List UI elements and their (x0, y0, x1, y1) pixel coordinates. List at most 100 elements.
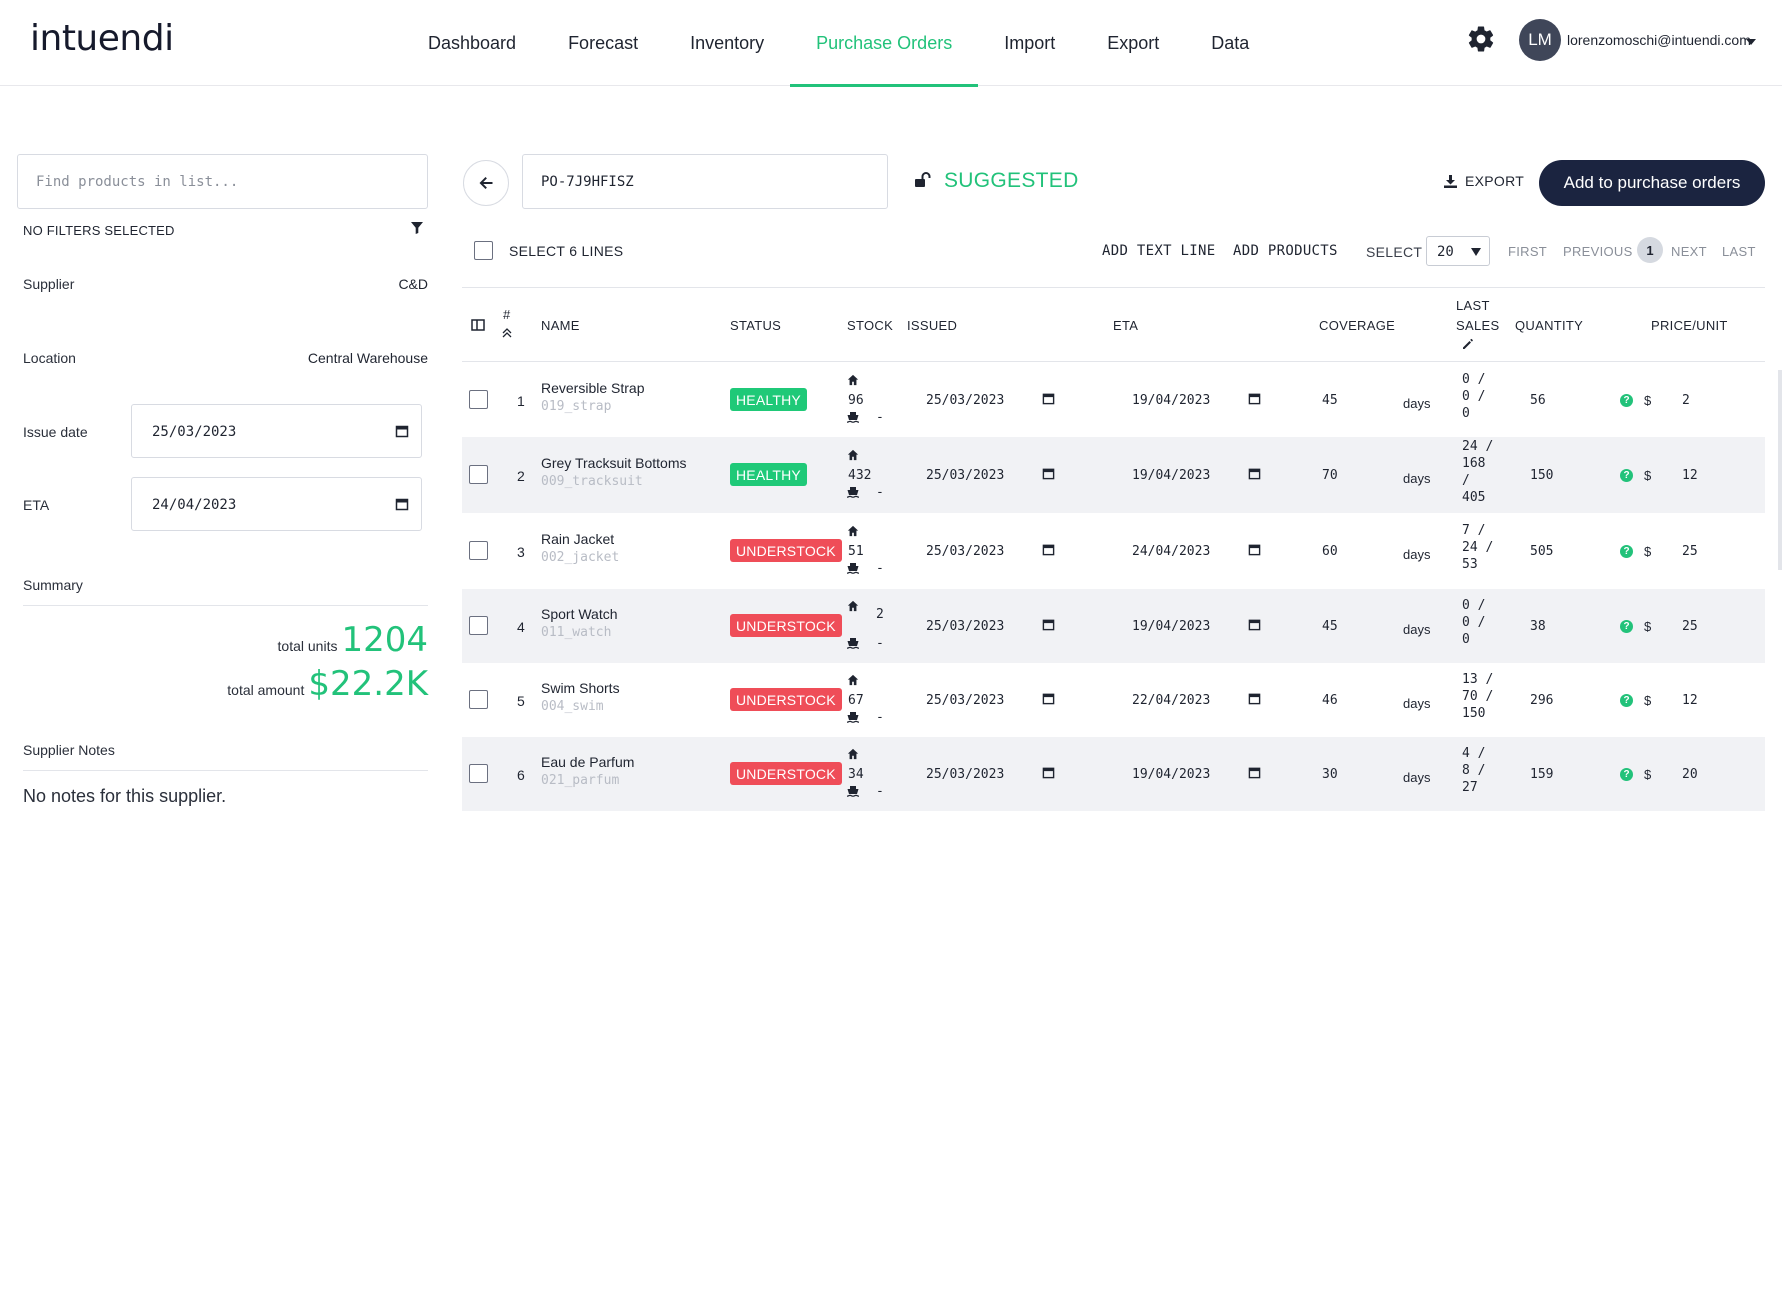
help-icon[interactable]: ? (1620, 694, 1633, 707)
sort-asc-icon[interactable] (502, 328, 512, 338)
nav-forecast[interactable]: Forecast (542, 0, 664, 86)
last-page-button[interactable]: LAST (1722, 244, 1756, 259)
avatar[interactable]: LM (1519, 19, 1561, 61)
filter-icon[interactable] (410, 221, 424, 235)
table-row[interactable]: 1 Reversible Strap 019_strap HEALTHY 96 … (462, 362, 1765, 437)
quantity-value[interactable]: 150 (1530, 468, 1553, 483)
eta-field[interactable]: 24/04/2023 (131, 477, 422, 531)
export-button[interactable]: EXPORT (1444, 173, 1524, 189)
calendar-icon[interactable] (1042, 543, 1056, 557)
issued-date[interactable]: 25/03/2023 (926, 693, 1004, 708)
po-number-input[interactable]: PO-7J9HFISZ (522, 154, 888, 209)
calendar-icon[interactable] (1248, 692, 1262, 706)
help-icon[interactable]: ? (1620, 469, 1633, 482)
calendar-icon[interactable] (395, 424, 409, 438)
app-logo[interactable]: intuendi (30, 18, 174, 59)
calendar-icon[interactable] (1248, 618, 1262, 632)
unlock-icon[interactable] (914, 171, 932, 189)
product-name[interactable]: Sport Watch (541, 606, 618, 622)
back-button[interactable] (463, 160, 509, 206)
current-page[interactable]: 1 (1637, 237, 1663, 263)
table-row[interactable]: 6 Eau de Parfum 021_parfum UNDERSTOCK 34… (462, 737, 1765, 811)
calendar-icon[interactable] (1248, 467, 1262, 481)
price-value[interactable]: 2 (1682, 393, 1690, 408)
row-checkbox[interactable] (469, 764, 488, 783)
product-name[interactable]: Swim Shorts (541, 680, 620, 696)
row-checkbox[interactable] (469, 616, 488, 635)
previous-page-button[interactable]: PREVIOUS (1563, 244, 1633, 259)
calendar-icon[interactable] (1248, 543, 1262, 557)
header-status[interactable]: STATUS (730, 318, 781, 333)
select-all-checkbox[interactable] (474, 241, 493, 260)
nav-import[interactable]: Import (978, 0, 1081, 86)
header-price[interactable]: PRICE/UNIT (1651, 318, 1728, 333)
table-row[interactable]: 5 Swim Shorts 004_swim UNDERSTOCK 67 - 2… (462, 663, 1765, 737)
gear-icon[interactable] (1466, 24, 1496, 54)
scrollbar[interactable] (1778, 370, 1782, 570)
quantity-value[interactable]: 296 (1530, 693, 1553, 708)
header-name[interactable]: NAME (541, 318, 580, 333)
eta-date[interactable]: 19/04/2023 (1132, 619, 1210, 634)
price-value[interactable]: 12 (1682, 693, 1698, 708)
row-checkbox[interactable] (469, 390, 488, 409)
columns-icon[interactable] (471, 318, 485, 332)
calendar-icon[interactable] (1042, 618, 1056, 632)
quantity-value[interactable]: 56 (1530, 393, 1546, 408)
calendar-icon[interactable] (1042, 392, 1056, 406)
calendar-icon[interactable] (1042, 692, 1056, 706)
product-name[interactable]: Grey Tracksuit Bottoms (541, 455, 686, 471)
calendar-icon[interactable] (1248, 766, 1262, 780)
add-text-line-button[interactable]: ADD TEXT LINE (1102, 243, 1215, 259)
header-number[interactable]: # (503, 307, 511, 322)
issued-date[interactable]: 25/03/2023 (926, 468, 1004, 483)
quantity-value[interactable]: 505 (1530, 544, 1553, 559)
product-name[interactable]: Rain Jacket (541, 531, 614, 547)
nav-purchase-orders[interactable]: Purchase Orders (790, 0, 979, 87)
header-issued[interactable]: ISSUED (907, 318, 957, 333)
header-quantity[interactable]: QUANTITY (1515, 318, 1583, 333)
price-value[interactable]: 20 (1682, 767, 1698, 782)
issue-date-field[interactable]: 25/03/2023 (131, 404, 422, 458)
issued-date[interactable]: 25/03/2023 (926, 767, 1004, 782)
header-stock[interactable]: STOCK (847, 318, 893, 333)
row-checkbox[interactable] (469, 690, 488, 709)
eta-date[interactable]: 22/04/2023 (1132, 693, 1210, 708)
next-page-button[interactable]: NEXT (1671, 244, 1707, 259)
add-products-button[interactable]: ADD PRODUCTS (1233, 243, 1338, 259)
find-products-input[interactable] (17, 154, 428, 209)
header-last-sales[interactable]: LAST (1456, 298, 1490, 313)
calendar-icon[interactable] (1042, 467, 1056, 481)
product-name[interactable]: Eau de Parfum (541, 754, 634, 770)
row-checkbox[interactable] (469, 465, 488, 484)
help-icon[interactable]: ? (1620, 768, 1633, 781)
issued-date[interactable]: 25/03/2023 (926, 393, 1004, 408)
table-row[interactable]: 4 Sport Watch 011_watch UNDERSTOCK 2 - 2… (462, 589, 1765, 663)
user-email[interactable]: lorenzomoschi@intuendi.com (1567, 32, 1751, 48)
first-page-button[interactable]: FIRST (1508, 244, 1547, 259)
table-row[interactable]: 3 Rain Jacket 002_jacket UNDERSTOCK 51 -… (462, 513, 1765, 589)
chevron-down-icon[interactable] (1746, 39, 1756, 45)
header-eta[interactable]: ETA (1113, 318, 1138, 333)
price-value[interactable]: 25 (1682, 619, 1698, 634)
calendar-icon[interactable] (395, 497, 409, 511)
header-last-sales-2[interactable]: SALES (1456, 318, 1499, 333)
help-icon[interactable]: ? (1620, 394, 1633, 407)
eta-date[interactable]: 19/04/2023 (1132, 468, 1210, 483)
table-row[interactable]: 2 Grey Tracksuit Bottoms 009_tracksuit H… (462, 437, 1765, 513)
calendar-icon[interactable] (1248, 392, 1262, 406)
eta-date[interactable]: 19/04/2023 (1132, 767, 1210, 782)
nav-export[interactable]: Export (1081, 0, 1185, 86)
help-icon[interactable]: ? (1620, 620, 1633, 633)
eta-date[interactable]: 19/04/2023 (1132, 393, 1210, 408)
quantity-value[interactable]: 159 (1530, 767, 1553, 782)
quantity-value[interactable]: 38 (1530, 619, 1546, 634)
row-checkbox[interactable] (469, 541, 488, 560)
eta-date[interactable]: 24/04/2023 (1132, 544, 1210, 559)
product-name[interactable]: Reversible Strap (541, 380, 645, 396)
nav-inventory[interactable]: Inventory (664, 0, 790, 86)
header-coverage[interactable]: COVERAGE (1319, 318, 1395, 333)
add-to-purchase-orders-button[interactable]: Add to purchase orders (1539, 160, 1765, 206)
pencil-icon[interactable] (1462, 338, 1474, 350)
nav-dashboard[interactable]: Dashboard (402, 0, 542, 86)
price-value[interactable]: 12 (1682, 468, 1698, 483)
